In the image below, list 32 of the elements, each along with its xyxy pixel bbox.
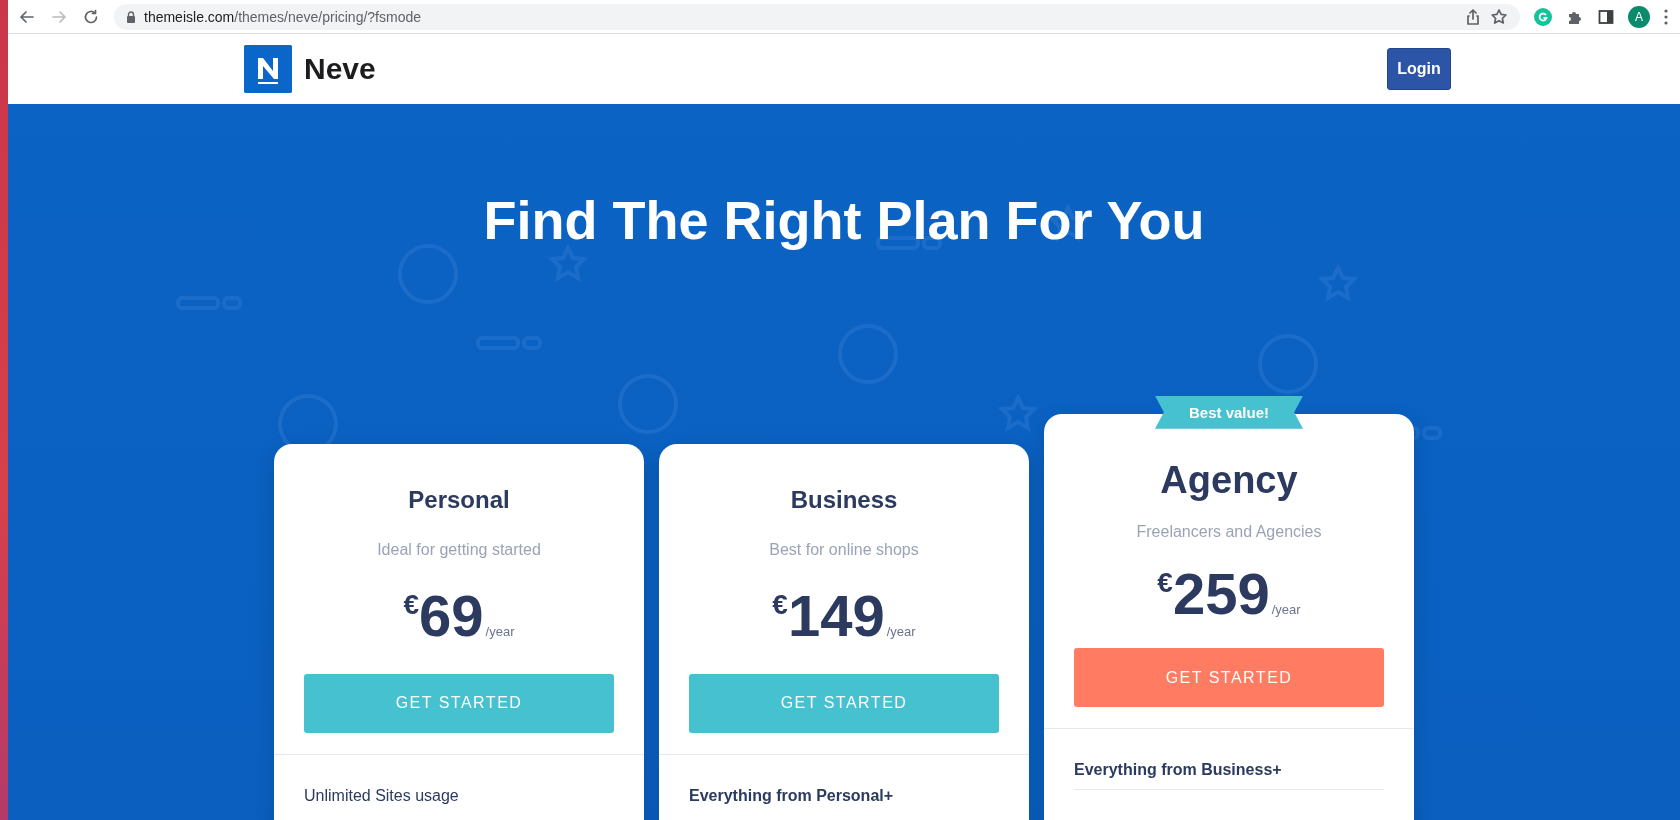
menu-icon[interactable]	[1664, 8, 1668, 25]
logo-text: Neve	[304, 52, 376, 86]
plan-price: 69	[419, 582, 484, 649]
currency-symbol: €	[772, 588, 788, 620]
lock-icon	[126, 10, 136, 23]
plan-tagline: Best for online shops	[768, 540, 920, 559]
plan-tagline: Ideal for getting started	[376, 540, 542, 559]
url-text: themeisle.com/themes/neve/pricing/?fsmode	[144, 8, 422, 25]
best-value-ribbon: Best value!	[1155, 395, 1303, 429]
share-icon[interactable]	[1464, 7, 1482, 26]
plan-name: Business	[789, 484, 899, 515]
currency-symbol: €	[403, 588, 420, 620]
get-started-button[interactable]: GET STARTED	[1074, 648, 1384, 708]
feature-heading: Everything from Business+	[1074, 761, 1384, 791]
star-icon[interactable]	[1490, 7, 1508, 26]
plan-price: 149	[787, 582, 885, 649]
price-period: /year	[1271, 602, 1301, 618]
page-heading: Find The Right Plan For You	[482, 189, 1206, 252]
login-button[interactable]: Login	[1387, 48, 1451, 90]
profile-avatar[interactable]: A	[1628, 5, 1650, 28]
feature-heading: Everything from Personal+	[689, 786, 895, 806]
plan-name: Personal	[407, 484, 511, 515]
reload-icon[interactable]	[82, 7, 100, 26]
address-bar[interactable]: themeisle.com/themes/neve/pricing/?fsmode	[114, 3, 1520, 30]
plan-tagline: Freelancers and Agencies	[1135, 523, 1323, 542]
side-panel-icon[interactable]	[1598, 8, 1614, 25]
logo-icon[interactable]	[244, 45, 292, 93]
currency-symbol: €	[1157, 567, 1173, 599]
plan-price: 259	[1172, 561, 1270, 628]
feature-item: Unlimited Sites usage	[304, 786, 460, 806]
price-period: /year	[886, 623, 916, 639]
price-period: /year	[485, 623, 515, 639]
